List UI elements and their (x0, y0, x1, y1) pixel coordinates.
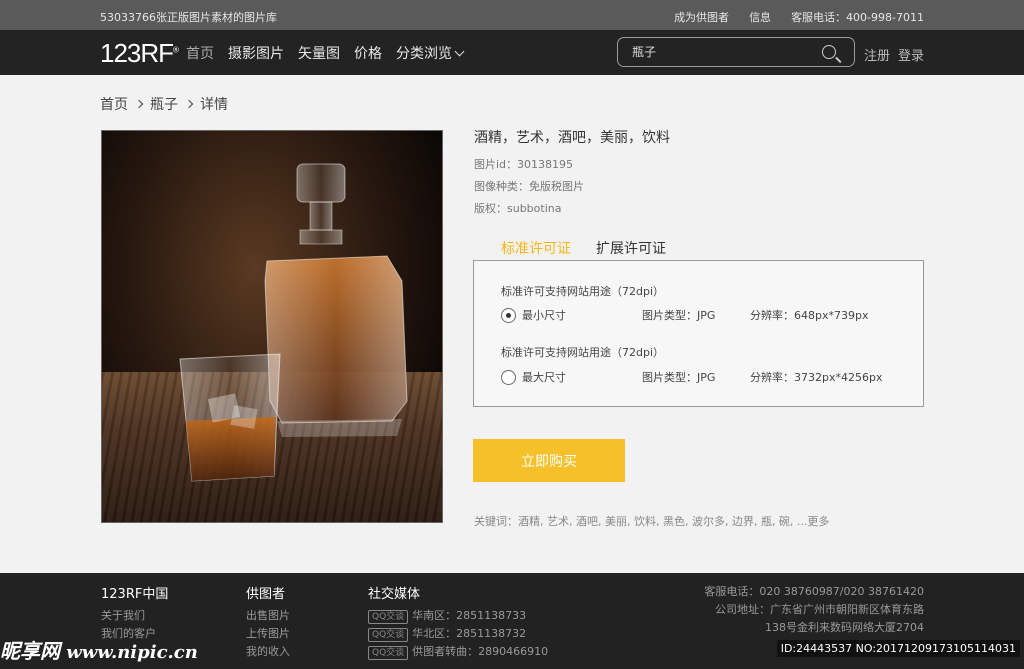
image-info: 酒精，艺术，酒吧，美丽，饮料 图片id：30138195 图像种类：免版税图片 … (474, 127, 670, 220)
license-group-heading: 标准许可支持网站用途（72dpi） (501, 285, 665, 298)
breadcrumb-bottle[interactable]: 瓶子 (150, 94, 178, 114)
nav-item-pricing[interactable]: 价格 (354, 43, 382, 63)
keywords: 关键词：酒精, 艺术, 酒吧, 美丽, 饮料, 黑色, 波尔多, 边界, 瓶, … (474, 515, 830, 528)
chevron-right-icon (184, 99, 194, 109)
image-copyright: 版权：subbotina (474, 202, 562, 215)
resolution: 分辨率：3732px*4256px (750, 371, 883, 384)
size-label: 最小尺寸 (522, 309, 566, 322)
qq-chat-icon: QQ交谈 (368, 610, 409, 624)
license-option-large[interactable]: 最大尺寸 图片类型：JPG 分辨率：3732px*4256px (501, 369, 901, 385)
qq-number: 供图者转曲：2890466910 (412, 645, 549, 658)
qq-chat-icon: QQ交谈 (368, 628, 409, 642)
site-logo[interactable]: 123RF® (100, 38, 179, 69)
license-tabs: 标准许可证 扩展许可证 (501, 238, 666, 258)
product-photo[interactable] (101, 130, 443, 523)
file-type: 图片类型：JPG (642, 309, 716, 322)
image-id: 图片id：30138195 (474, 158, 574, 171)
footer-link-about[interactable]: 关于我们 (101, 607, 168, 625)
breadcrumb-home[interactable]: 首页 (100, 94, 128, 114)
contact-address: 公司地址：广东省广州市朝阳新区体育东路 (715, 603, 924, 616)
auth-links: 注册 登录 (864, 45, 924, 64)
footer-col-title: 供图者 (246, 587, 286, 602)
footer-col-social: 社交媒体 QQ交谈 华南区：2851138733 QQ交谈 华北区：28511387… (368, 583, 548, 661)
footer-col-contributors: 供图者 出售图片 上传图片 我的收入 (246, 583, 290, 661)
site-watermark: 昵享网 www.nipic.cn (0, 635, 198, 664)
footer-col-title: 123RF中国 (101, 587, 169, 602)
nav-item-photos[interactable]: 摄影图片 (228, 43, 284, 63)
size-label: 最大尺寸 (522, 371, 566, 384)
messages-link[interactable]: 信息 (749, 9, 771, 25)
qq-contact-contributor[interactable]: QQ交谈 供图者转曲：2890466910 (368, 643, 548, 661)
buy-now-button[interactable]: 立即购买 (473, 439, 625, 482)
site-tagline: 53033766张正版图片素材的图片库 (100, 11, 277, 24)
footer-link-sell[interactable]: 出售图片 (246, 607, 290, 625)
decanter-and-glass-illustration (179, 163, 408, 482)
register-link[interactable]: 注册 (864, 45, 890, 64)
footer-link-upload[interactable]: 上传图片 (246, 625, 290, 643)
image-type: 图像种类：免版税图片 (474, 180, 584, 193)
hotline-text: 客服电话：400-998-7011 (791, 11, 924, 24)
chevron-down-icon (454, 46, 465, 57)
radio-large-size[interactable] (501, 369, 516, 385)
top-links: 成为供图者 信息 客服电话：400-998-7011 (674, 9, 924, 25)
search-icon[interactable] (822, 45, 836, 59)
footer-link-earnings[interactable]: 我的收入 (246, 643, 290, 661)
qq-contact-north[interactable]: QQ交谈 华北区：2851138732 (368, 625, 548, 643)
top-info-bar: 53033766张正版图片素材的图片库 成为供图者 信息 客服电话：400-99… (0, 0, 1024, 30)
image-title: 酒精，艺术，酒吧，美丽，饮料 (474, 130, 670, 146)
footer-contact: 客服电话：020 38760987/020 38761420 公司地址：广东省广… (704, 583, 924, 637)
become-contributor-link[interactable]: 成为供图者 (674, 9, 729, 25)
watermark-url: www.nipic.cn (66, 642, 198, 663)
tab-extended-license[interactable]: 扩展许可证 (596, 238, 666, 258)
login-link[interactable]: 登录 (898, 45, 924, 64)
nav-item-vectors[interactable]: 矢量图 (298, 43, 340, 63)
contact-address-2: 138号金利来数码网络大厦2704 (765, 621, 924, 634)
breadcrumb: 首页 瓶子 详情 (100, 94, 228, 114)
main-menu: 首页 摄影图片 矢量图 价格 分类浏览 (186, 43, 465, 63)
watermark-site-name: 昵享网 (0, 639, 60, 663)
qq-chat-icon: QQ交谈 (368, 646, 409, 660)
license-option-small[interactable]: 最小尺寸 图片类型：JPG 分辨率：648px*739px (501, 307, 901, 323)
resolution: 分辨率：648px*739px (750, 309, 869, 322)
file-type: 图片类型：JPG (642, 371, 716, 384)
footer-col-title: 社交媒体 (368, 587, 421, 602)
qq-number: 华南区：2851138733 (412, 609, 527, 622)
qq-contact-south[interactable]: QQ交谈 华南区：2851138733 (368, 607, 548, 625)
search-box (617, 37, 855, 67)
chevron-right-icon (134, 99, 144, 109)
footer-col-company: 123RF中国 关于我们 我们的客户 (101, 583, 168, 643)
contact-phone: 客服电话：020 38760987/020 38761420 (704, 585, 924, 598)
watermark-id: ID:24443537 NO:20171209173105114031 (776, 640, 1020, 657)
nav-item-categories-label: 分类浏览 (396, 46, 452, 62)
main-navbar: 123RF® 首页 摄影图片 矢量图 价格 分类浏览 注册 登录 (0, 30, 1024, 75)
tab-standard-license[interactable]: 标准许可证 (501, 238, 571, 258)
qq-number: 华北区：2851138732 (412, 627, 527, 640)
radio-small-size[interactable] (501, 307, 516, 323)
license-options-box: 标准许可支持网站用途（72dpi） 最小尺寸 图片类型：JPG 分辨率：648p… (473, 260, 924, 407)
license-group-heading: 标准许可支持网站用途（72dpi） (501, 346, 665, 359)
nav-item-home[interactable]: 首页 (186, 43, 214, 63)
nav-item-categories[interactable]: 分类浏览 (396, 43, 465, 63)
breadcrumb-detail: 详情 (200, 97, 228, 113)
search-input[interactable] (632, 44, 812, 58)
